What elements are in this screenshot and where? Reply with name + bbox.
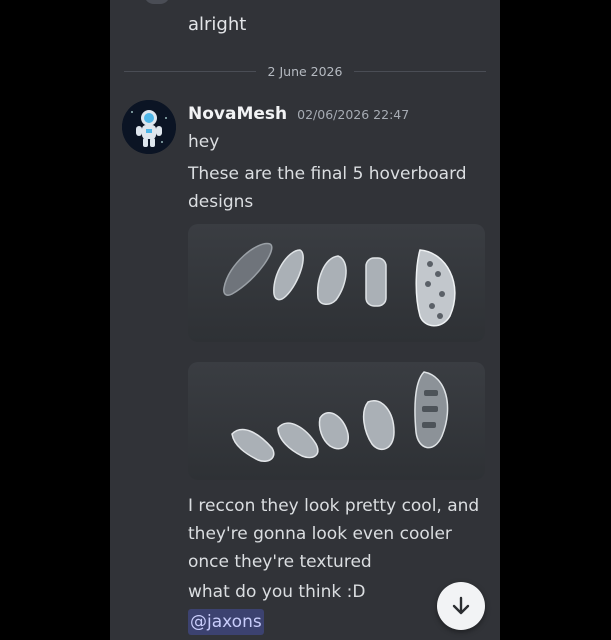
message-line-hey: hey (188, 132, 220, 152)
image-attachment-2[interactable] (188, 362, 485, 480)
user-mention[interactable]: @jaxons (188, 609, 264, 635)
message-line-designs: These are the final 5 hoverboard designs (188, 164, 467, 212)
date-divider-label: 2 June 2026 (267, 63, 343, 79)
arrow-down-icon (452, 596, 470, 615)
message-line-question: what do you think :D (188, 582, 366, 602)
previous-avatar (144, 0, 170, 4)
astronaut-avatar-icon[interactable] (122, 100, 176, 154)
timestamp: 02/06/2026 22:47 (297, 107, 410, 122)
scroll-to-bottom-button[interactable] (437, 582, 485, 630)
previous-message: alright (188, 14, 247, 35)
date-divider: 2 June 2026 (124, 62, 486, 80)
message-header: NovaMesh 02/06/2026 22:47 (188, 104, 409, 124)
divider-line-right (354, 70, 486, 72)
message-line-opinion: I reccon they look pretty cool, and they… (188, 496, 480, 572)
image-attachment-1[interactable] (188, 224, 485, 342)
username[interactable]: NovaMesh (188, 104, 287, 124)
chat-screen: alright 2 June 2026 NovaMesh 02/06/2026 … (110, 0, 500, 640)
divider-line-left (124, 70, 256, 72)
